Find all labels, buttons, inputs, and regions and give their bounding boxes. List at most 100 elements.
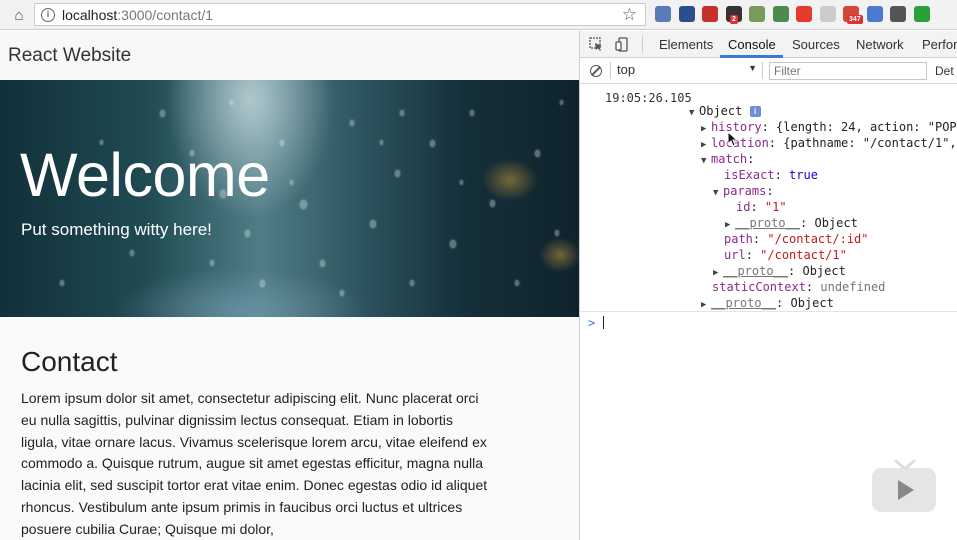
tab-elements[interactable]: Elements xyxy=(659,37,713,52)
site-info-icon[interactable]: i xyxy=(41,8,55,22)
shield-ext-icon[interactable] xyxy=(914,6,930,22)
filter-input[interactable] xyxy=(769,62,927,80)
prop-key: params xyxy=(723,184,767,198)
devtools-tabbar: Elements Console Sources Network Perfor xyxy=(580,31,957,58)
home-icon[interactable]: ⌂ xyxy=(10,6,28,24)
feedly-icon[interactable] xyxy=(679,6,695,22)
url-host: localhost xyxy=(62,7,118,23)
jsonview-icon[interactable] xyxy=(749,6,765,22)
expanded-triangle-icon[interactable]: ▼ xyxy=(689,105,699,121)
toolbar-separator xyxy=(610,62,611,79)
rain-drop xyxy=(340,290,344,296)
prop-url: url: "/contact/1" xyxy=(724,248,847,262)
console-toolbar: top ▼ Det xyxy=(580,58,957,84)
log-timestamp: 19:05:26.105 xyxy=(605,91,692,105)
rain-drop xyxy=(555,230,559,236)
prop-value: true xyxy=(789,168,818,182)
rain-drop xyxy=(410,280,414,286)
tab-network[interactable]: Network xyxy=(856,37,904,52)
prop-key: isExact xyxy=(724,168,775,182)
rain-drop xyxy=(60,280,64,286)
rain-drop xyxy=(245,230,250,237)
url-text: localhost:3000/contact/1 xyxy=(62,7,213,23)
default-levels-dropdown[interactable]: Det xyxy=(935,64,954,78)
prop-key: __proto__ xyxy=(723,264,789,278)
expanded-triangle-icon[interactable]: ▼ xyxy=(701,153,711,169)
rain-drop xyxy=(515,280,519,286)
rain-drop xyxy=(470,110,474,116)
rain-drop xyxy=(210,260,214,266)
bookmark-star-icon[interactable]: ☆ xyxy=(622,5,637,25)
prop-value: {length: 24, action: "POP", xyxy=(776,120,957,134)
tab-performance[interactable]: Perfor xyxy=(922,37,957,52)
clear-console-icon[interactable] xyxy=(590,65,602,77)
blue-ext-icon[interactable] xyxy=(867,6,883,22)
prop-key: match xyxy=(711,152,748,166)
extension-badge: 347 xyxy=(847,15,863,24)
context-select[interactable]: top ▼ xyxy=(617,62,757,80)
rain-drop xyxy=(300,200,307,209)
page-heading: Contact xyxy=(21,346,118,377)
rain-drop xyxy=(490,200,495,207)
ex-icon[interactable] xyxy=(820,6,836,22)
mouse-cursor-icon xyxy=(727,131,739,147)
dropdown-arrow-icon: ▼ xyxy=(748,63,757,73)
hero-banner: Welcome Put something witty here! xyxy=(0,80,579,317)
hero-subtitle: Put something witty here! xyxy=(21,220,212,239)
rain-drop xyxy=(560,100,563,105)
navbar: React Website xyxy=(0,31,579,79)
prop-value: Object xyxy=(814,216,858,230)
info-icon: i xyxy=(749,106,761,117)
rain-drop xyxy=(260,280,265,287)
toolbar-separator xyxy=(762,62,763,79)
object-label: Object xyxy=(699,104,743,118)
rain-drop xyxy=(535,150,540,157)
extension-badge: 2 xyxy=(730,15,738,24)
lastpass-icon[interactable] xyxy=(655,6,671,22)
prop-key: __proto__ xyxy=(735,216,801,230)
browser-toolbar: ⌂ i localhost:3000/contact/1 ☆ 2 347 xyxy=(0,0,957,30)
prop-key: __proto__ xyxy=(711,296,777,310)
rain-drop xyxy=(230,100,233,105)
hero-title: Welcome xyxy=(20,141,270,209)
web-page: React Website Welcome Put something witt… xyxy=(0,31,579,540)
prop-value: Object xyxy=(790,296,834,310)
body-text: Lorem ipsum dolor sit amet, consectetur … xyxy=(21,390,488,537)
recycle-icon[interactable] xyxy=(773,6,789,22)
brand-link[interactable]: React Website xyxy=(8,45,131,67)
rain-drop xyxy=(400,110,404,116)
acrobat-icon[interactable] xyxy=(702,6,718,22)
console-input[interactable] xyxy=(603,316,604,329)
prompt-divider xyxy=(580,311,957,312)
rain-drop xyxy=(280,140,284,146)
adblock-icon[interactable] xyxy=(796,6,812,22)
inspect-element-icon[interactable] xyxy=(589,37,604,52)
prop-isexact: isExact: true xyxy=(724,168,818,182)
prop-value: {pathname: "/contact/1", se xyxy=(783,136,957,150)
rain-drop xyxy=(130,250,134,256)
prop-value: "/contact/1" xyxy=(760,248,847,262)
address-bar[interactable]: i localhost:3000/contact/1 ☆ xyxy=(34,3,646,26)
rain-drop xyxy=(320,260,325,267)
play-icon xyxy=(898,480,914,500)
settings-ext-icon[interactable] xyxy=(890,6,906,22)
rain-drop xyxy=(160,110,165,117)
prop-id: id: "1" xyxy=(736,200,787,214)
tab-sources[interactable]: Sources xyxy=(792,37,840,52)
prop-key: staticContext xyxy=(712,280,806,294)
prop-key: url xyxy=(724,248,746,262)
device-toolbar-icon[interactable] xyxy=(615,37,630,52)
main-content: Contact Lorem ipsum dolor sit amet, cons… xyxy=(21,346,491,540)
video-play-button[interactable] xyxy=(872,460,936,512)
context-value: top xyxy=(617,62,636,77)
rain-drop xyxy=(460,180,463,185)
prop-value: "1" xyxy=(764,200,787,214)
rain-drop xyxy=(430,140,435,147)
prop-value: "/contact/:id" xyxy=(767,232,869,246)
rain-drop xyxy=(350,120,354,126)
tab-separator xyxy=(642,36,643,53)
expanded-triangle-icon[interactable]: ▼ xyxy=(713,185,723,201)
tab-console[interactable]: Console xyxy=(728,37,776,52)
rain-drop xyxy=(380,140,383,145)
url-path: :3000/contact/1 xyxy=(117,7,214,23)
